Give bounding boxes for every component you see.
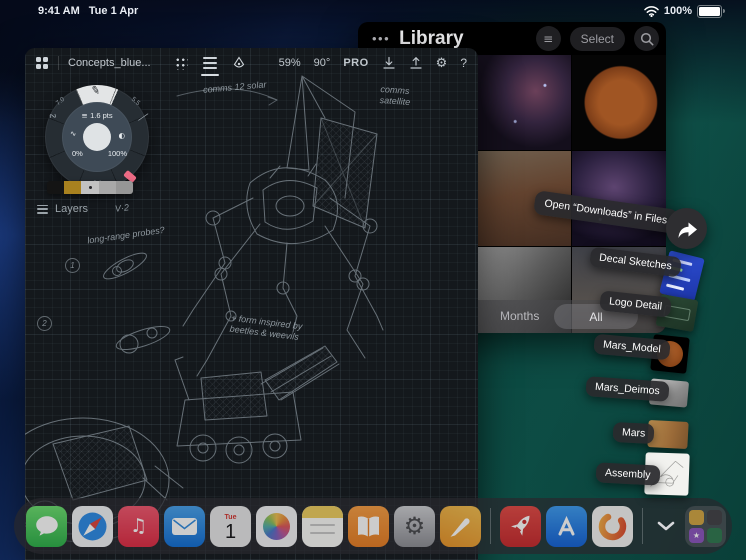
dock-icon-draw[interactable] (440, 505, 481, 547)
concepts-window: comms 12 solar comms satellite V·2 long-… (25, 48, 478, 560)
annotation-number-1: 1 (65, 258, 80, 273)
mini-app-icon (689, 509, 704, 525)
chevron-down-icon (657, 521, 675, 531)
forward-arrow-icon (678, 222, 697, 238)
pro-badge[interactable]: PRO (343, 57, 368, 69)
drag-item-label[interactable]: Assembly (595, 462, 660, 486)
toolbar-divider (58, 56, 59, 70)
zoom-level[interactable]: 59% (279, 57, 301, 69)
opacity-contrast-icon: ◐ (118, 131, 125, 140)
battery-percent: 100% (663, 5, 692, 17)
opacity-min-label: 0% (72, 149, 83, 158)
dot-grid-view-icon[interactable] (173, 56, 188, 70)
compass-icon (78, 512, 107, 540)
help-button[interactable]: ? (460, 56, 467, 70)
dock-icon-mail[interactable] (164, 505, 205, 547)
dock-icon-rocket[interactable] (500, 505, 541, 547)
pen-icon (450, 517, 470, 537)
gallery-grid-icon[interactable] (36, 56, 49, 70)
tool-wheel[interactable]: ✎ ∿ ╱ 7.0 5.5 6.1 ≡ 1.6 pts 0% 100% ◐ ∿ (45, 83, 149, 189)
smoothing-icon: ∿ (70, 129, 77, 138)
search-icon (640, 32, 653, 45)
select-button[interactable]: Select (569, 26, 625, 51)
clock: 9:41 AM (38, 5, 80, 17)
dock-collapse-button[interactable] (652, 520, 680, 532)
flower-icon (263, 512, 290, 540)
palette-swatch[interactable] (115, 181, 133, 194)
stroke-size-value: 1.6 pts (90, 111, 113, 120)
photo-thumbnail-mars[interactable] (572, 55, 666, 150)
date: Tue 1 Apr (88, 5, 139, 17)
share-drop-button[interactable] (666, 208, 707, 249)
open-book-icon (358, 516, 379, 537)
music-note-icon: ♫ (129, 515, 148, 537)
search-button[interactable] (634, 26, 659, 51)
status-bar: 9:41 AM Tue 1 Apr 100% (0, 0, 746, 22)
filter-lines-icon: ≡ (543, 31, 554, 46)
drag-item-label[interactable]: Mars (612, 421, 655, 445)
palette-swatch-selected[interactable] (81, 181, 99, 194)
layers-button[interactable]: Layers (37, 203, 88, 215)
more-options-button[interactable]: ••• (372, 31, 390, 46)
color-palette (47, 181, 133, 194)
calendar-day: 1 (224, 521, 237, 543)
dock: ♫ Tue 1 ⚙ ★ (14, 498, 732, 554)
rocket-icon (511, 515, 530, 536)
dock-icon-photos[interactable] (256, 505, 297, 547)
document-title[interactable]: Concepts_blue... (68, 57, 151, 69)
dock-icon-app-store[interactable] (546, 505, 587, 547)
zoom-months-tab[interactable]: Months (500, 309, 539, 323)
import-icon[interactable] (382, 56, 396, 70)
layers-icon (37, 204, 48, 214)
stroke-lines-icon: ≡ (81, 111, 91, 120)
battery-icon (697, 4, 725, 18)
wifi-icon (644, 5, 659, 17)
line-view-icon-selected[interactable] (200, 57, 219, 76)
dock-icon-concepts[interactable] (592, 505, 633, 547)
dock-icon-safari[interactable] (72, 505, 113, 547)
selected-dot (88, 186, 92, 189)
concepts-c-icon (598, 512, 627, 540)
dock-icon-notes[interactable] (302, 505, 343, 547)
dock-icon-settings[interactable]: ⚙ (394, 505, 435, 547)
library-title: Library (399, 27, 464, 49)
filter-button[interactable]: ≡ (535, 26, 561, 51)
dock-divider (642, 508, 643, 544)
mini-app-icon (707, 509, 722, 525)
annotation-version: V·2 (114, 202, 130, 214)
tool-wheel-center[interactable] (83, 123, 111, 151)
annotation-satellite: comms satellite (379, 84, 411, 108)
palette-swatch[interactable] (98, 181, 116, 194)
message-bubble-icon (35, 516, 58, 536)
palette-swatch[interactable] (64, 181, 82, 194)
layers-label: Layers (55, 203, 89, 215)
mini-app-icon (707, 527, 722, 543)
rotation-value[interactable]: 90° (314, 57, 331, 69)
settings-gear-icon[interactable]: ⚙ (436, 56, 448, 71)
notes-header (302, 505, 343, 518)
palette-swatch[interactable] (47, 181, 65, 194)
envelope-icon (172, 517, 197, 535)
dock-icon-music[interactable]: ♫ (118, 505, 159, 547)
opacity-max-label: 100% (107, 149, 127, 158)
dock-icon-messages[interactable] (26, 505, 67, 547)
dock-icon-app-library[interactable]: ★ (685, 505, 726, 547)
concepts-toolbar: Concepts_blue... 59% 90° PRO ⚙ ? (25, 48, 478, 78)
dock-icon-calendar[interactable]: Tue 1 (210, 505, 251, 547)
dock-icon-books[interactable] (348, 505, 389, 547)
pen-mode-icon[interactable] (232, 56, 246, 70)
export-icon[interactable] (409, 56, 423, 70)
mini-app-icon: ★ (689, 527, 704, 543)
app-store-a-icon (558, 515, 575, 535)
annotation-number-2: 2 (37, 316, 52, 331)
gear-icon: ⚙ (403, 512, 426, 540)
photo-thumbnail-nebula[interactable] (478, 55, 571, 150)
dock-divider (490, 508, 491, 544)
